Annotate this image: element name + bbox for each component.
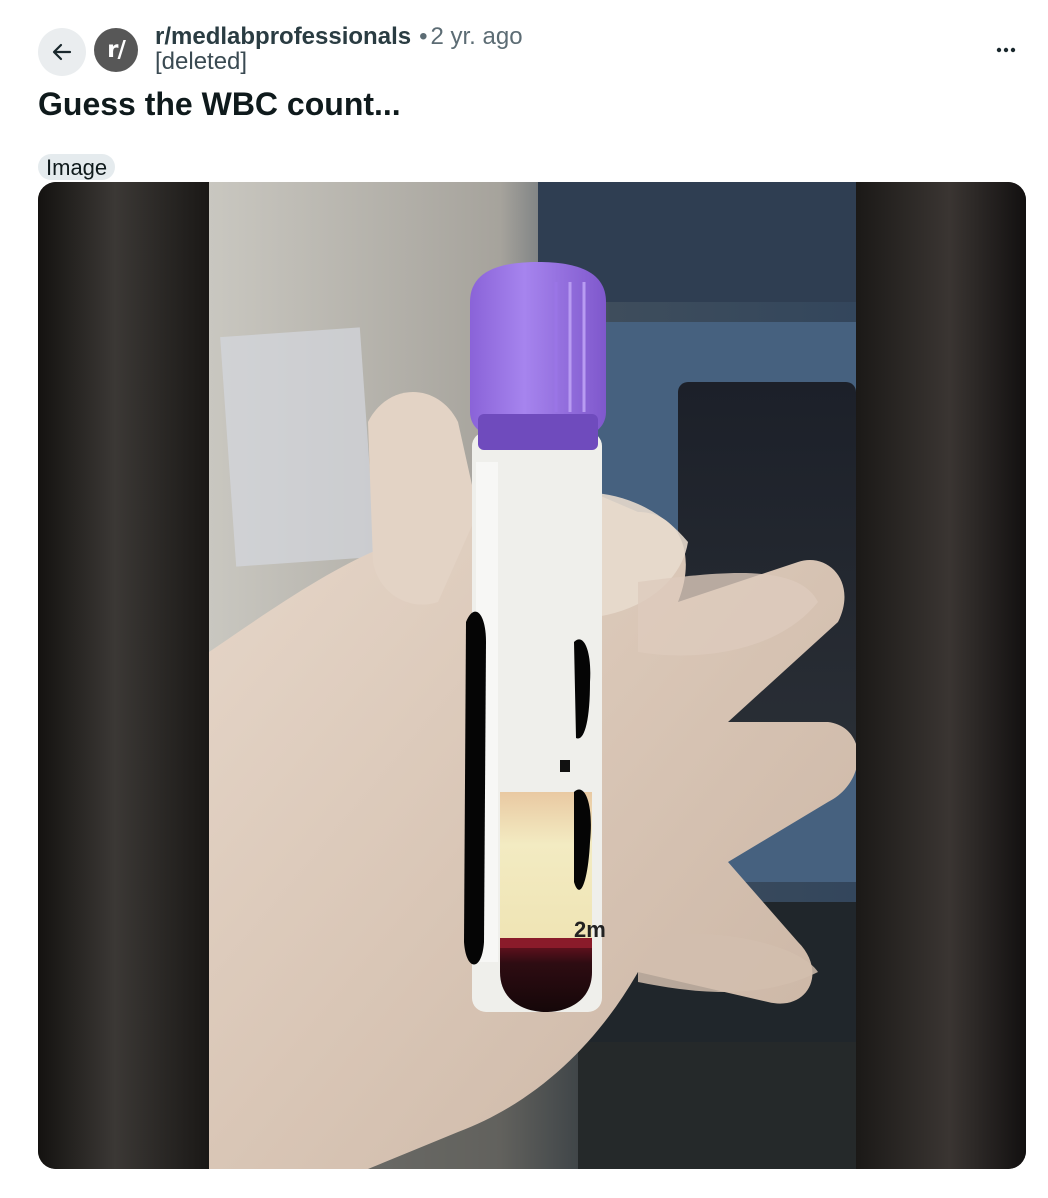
post-time: 2 yr. ago bbox=[430, 23, 523, 50]
post-meta: r/medlabprofessionals • 2 yr. ago [delet… bbox=[155, 24, 523, 74]
more-options-button[interactable] bbox=[984, 30, 1028, 70]
subreddit-avatar[interactable]: r/ bbox=[94, 28, 138, 72]
subreddit-link[interactable]: r/medlabprofessionals bbox=[155, 24, 411, 50]
post-header: r/ r/medlabprofessionals • 2 yr. ago [de… bbox=[38, 24, 1028, 80]
ellipsis-icon bbox=[996, 47, 1016, 53]
tube-label-text: 2m bbox=[574, 917, 606, 942]
post-author: [deleted] bbox=[155, 48, 248, 75]
post-image[interactable]: 2m bbox=[38, 182, 1026, 1169]
blood-tube-photo: 2m bbox=[38, 182, 1026, 1169]
subreddit-avatar-text: r/ bbox=[107, 37, 126, 63]
back-button[interactable] bbox=[38, 28, 86, 76]
meta-separator: • bbox=[419, 23, 428, 50]
post-title: Guess the WBC count... bbox=[38, 86, 401, 122]
arrow-left-icon bbox=[52, 43, 72, 61]
post-flair: Image bbox=[38, 154, 116, 180]
